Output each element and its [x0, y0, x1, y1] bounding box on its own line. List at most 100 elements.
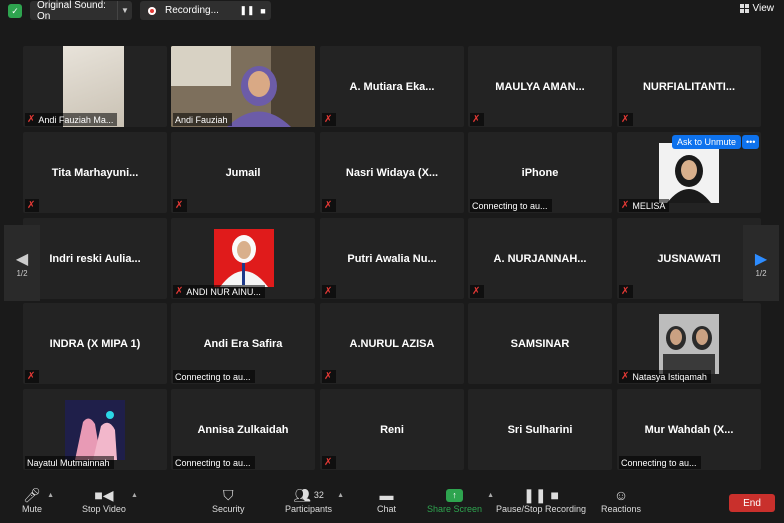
top-bar: ✓ Original Sound: On ▼ Recording... ❚❚ ■…: [0, 0, 784, 22]
participants-button[interactable]: 👥︎ 32 Participants ▲: [285, 486, 344, 515]
participant-name: A.NURUL AZISA: [349, 338, 435, 350]
shield-icon: ⛉: [223, 486, 234, 503]
participant-tile[interactable]: Reni ✗: [320, 389, 464, 470]
participant-tile[interactable]: NURFIALITANTI... ✗: [617, 46, 761, 127]
pause-stop-recording-button[interactable]: ❚❚ ■ Pause/Stop Recording: [496, 486, 586, 515]
chevron-up-icon[interactable]: ▲: [47, 492, 54, 499]
muted-microphone-icon: ✗: [324, 456, 333, 468]
participant-tile[interactable]: Sri Sulharini: [468, 389, 612, 470]
participant-name: SAMSINAR: [510, 338, 570, 350]
muted-microphone-icon: ✗: [27, 370, 36, 382]
participant-tile[interactable]: MAULYA AMAN... ✗: [468, 46, 612, 127]
participant-label: Andi Fauziah: [173, 113, 232, 126]
participant-label: ✗: [173, 199, 188, 212]
participant-tile[interactable]: Andi Fauziah: [171, 46, 315, 127]
participant-label: ✗: [25, 199, 40, 212]
participant-tile[interactable]: Indri reski Aulia...✗: [23, 218, 167, 299]
meeting-toolbar: 🎤︎ Mute ▲ ■◀ Stop Video ▲ ⛉ Security 👥︎ 3…: [0, 482, 784, 523]
participant-tile[interactable]: ✗ ANDI NUR AINU...: [171, 218, 315, 299]
participant-name: Mur Wahdah (X...: [644, 424, 734, 436]
security-label: Security: [212, 504, 245, 514]
original-sound-label: Original Sound: On: [37, 0, 106, 22]
participant-tile[interactable]: ✗ Natasya Istiqamah: [617, 303, 761, 384]
participant-label: ✗ Natasya Istiqamah: [619, 370, 711, 383]
chat-button[interactable]: ▬ Chat: [377, 486, 396, 514]
muted-microphone-icon: ✗: [324, 113, 333, 125]
microphone-icon: 🎤︎: [23, 486, 41, 503]
reactions-button[interactable]: ☺ Reactions: [601, 486, 641, 514]
participant-name: Andi Era Safira: [203, 338, 283, 350]
chevron-up-icon[interactable]: ▲: [131, 492, 138, 499]
participant-tile[interactable]: A. Mutiara Eka... ✗: [320, 46, 464, 127]
participant-label: ✗: [619, 113, 634, 126]
participant-tile[interactable]: Jumail ✗: [171, 132, 315, 213]
participant-name: MAULYA AMAN...: [495, 81, 585, 93]
participant-name: A. Mutiara Eka...: [349, 81, 435, 93]
chevron-left-icon: ◀: [15, 250, 29, 268]
share-screen-icon: ↑: [446, 486, 464, 504]
view-label: View: [752, 3, 775, 14]
security-button[interactable]: ⛉ Security: [212, 486, 245, 515]
mute-label: Mute: [22, 504, 43, 514]
participant-status-text: Natasya Istiqamah: [632, 371, 707, 382]
muted-microphone-icon: ✗: [324, 285, 333, 297]
participant-tile[interactable]: Andi Era Safira Connecting to au...: [171, 303, 315, 384]
participant-tile[interactable]: A. NURJANNAH... ✗: [468, 218, 612, 299]
participant-tile[interactable]: Mur Wahdah (X... Connecting to au...: [617, 389, 761, 470]
participant-label: ✗: [322, 113, 337, 126]
stop-video-button[interactable]: ■◀ Stop Video ▲: [82, 486, 138, 515]
original-sound-toggle[interactable]: Original Sound: On ▼: [30, 0, 132, 22]
next-page-button[interactable]: ▶ 1/2: [743, 225, 779, 301]
share-screen-button[interactable]: ↑ Share Screen ▲: [427, 486, 494, 514]
participants-icon: 👥︎ 32: [293, 486, 324, 503]
ask-to-unmute-button[interactable]: Ask to Unmute: [672, 135, 742, 149]
chevron-up-icon[interactable]: ▲: [337, 492, 344, 499]
participant-name: A. NURJANNAH...: [493, 253, 587, 265]
participant-tile[interactable]: iPhone Connecting to au...: [468, 132, 612, 213]
participant-video: [214, 229, 274, 287]
participants-count: 32: [313, 490, 324, 500]
participant-tile[interactable]: Nasri Widaya (X... ✗: [320, 132, 464, 213]
participant-video: [659, 143, 719, 203]
participant-status-text: ANDI NUR AINU...: [186, 286, 261, 297]
mute-button[interactable]: 🎤︎ Mute ▲: [22, 486, 54, 515]
smiley-plus-icon: ☺: [613, 487, 629, 503]
participant-tile[interactable]: Nayatul Mutmainnah: [23, 389, 167, 470]
chevron-up-icon[interactable]: ▲: [487, 492, 494, 499]
participant-tile[interactable]: Putri Awalia Nu... ✗: [320, 218, 464, 299]
stop-recording-icon[interactable]: ■: [255, 6, 271, 16]
view-button[interactable]: View: [739, 3, 775, 14]
participant-label: ✗: [322, 456, 337, 469]
muted-microphone-icon: ✗: [621, 285, 630, 297]
security-shield-icon[interactable]: ✓: [8, 4, 22, 18]
participant-tile[interactable]: SAMSINAR: [468, 303, 612, 384]
participant-tile[interactable]: A.NURUL AZISA ✗: [320, 303, 464, 384]
muted-microphone-icon: ✗: [324, 199, 333, 211]
participant-name: JUSNAWATI: [657, 253, 721, 265]
participant-name: Nasri Widaya (X...: [345, 167, 439, 179]
recording-label: Recording...: [165, 5, 219, 16]
participant-status-text: Connecting to au...: [175, 371, 251, 382]
participant-tile[interactable]: Tita Marhayuni... ✗: [23, 132, 167, 213]
end-meeting-button[interactable]: End: [729, 494, 775, 512]
more-options-button[interactable]: •••: [742, 135, 760, 149]
participant-label: ✗ ANDI NUR AINU...: [173, 285, 265, 298]
pause-recording-icon[interactable]: ❚❚: [239, 5, 255, 16]
participant-status-text: Andi Fauziah: [175, 114, 228, 125]
participant-label: ✗: [470, 285, 485, 298]
participant-status-text: Connecting to au...: [175, 457, 251, 468]
participant-tile[interactable]: INDRA (X MIPA 1) ✗: [23, 303, 167, 384]
chevron-down-icon[interactable]: ▼: [117, 1, 132, 20]
page-indicator-right: 1/2: [755, 268, 767, 278]
participant-name: NURFIALITANTI...: [642, 81, 736, 93]
muted-microphone-icon: ✗: [621, 199, 630, 211]
participant-label: ✗: [470, 113, 485, 126]
participant-label: Connecting to au...: [470, 199, 552, 212]
participant-tile[interactable]: JUSNAWATI ✗: [617, 218, 761, 299]
participant-name: INDRA (X MIPA 1): [49, 338, 141, 350]
previous-page-button[interactable]: ◀ 1/2: [4, 225, 40, 301]
muted-microphone-icon: ✗: [175, 199, 184, 211]
participant-video: [659, 314, 719, 374]
participant-tile[interactable]: ✗ Andi Fauziah Ma...: [23, 46, 167, 127]
participant-tile[interactable]: Annisa Zulkaidah Connecting to au...: [171, 389, 315, 470]
